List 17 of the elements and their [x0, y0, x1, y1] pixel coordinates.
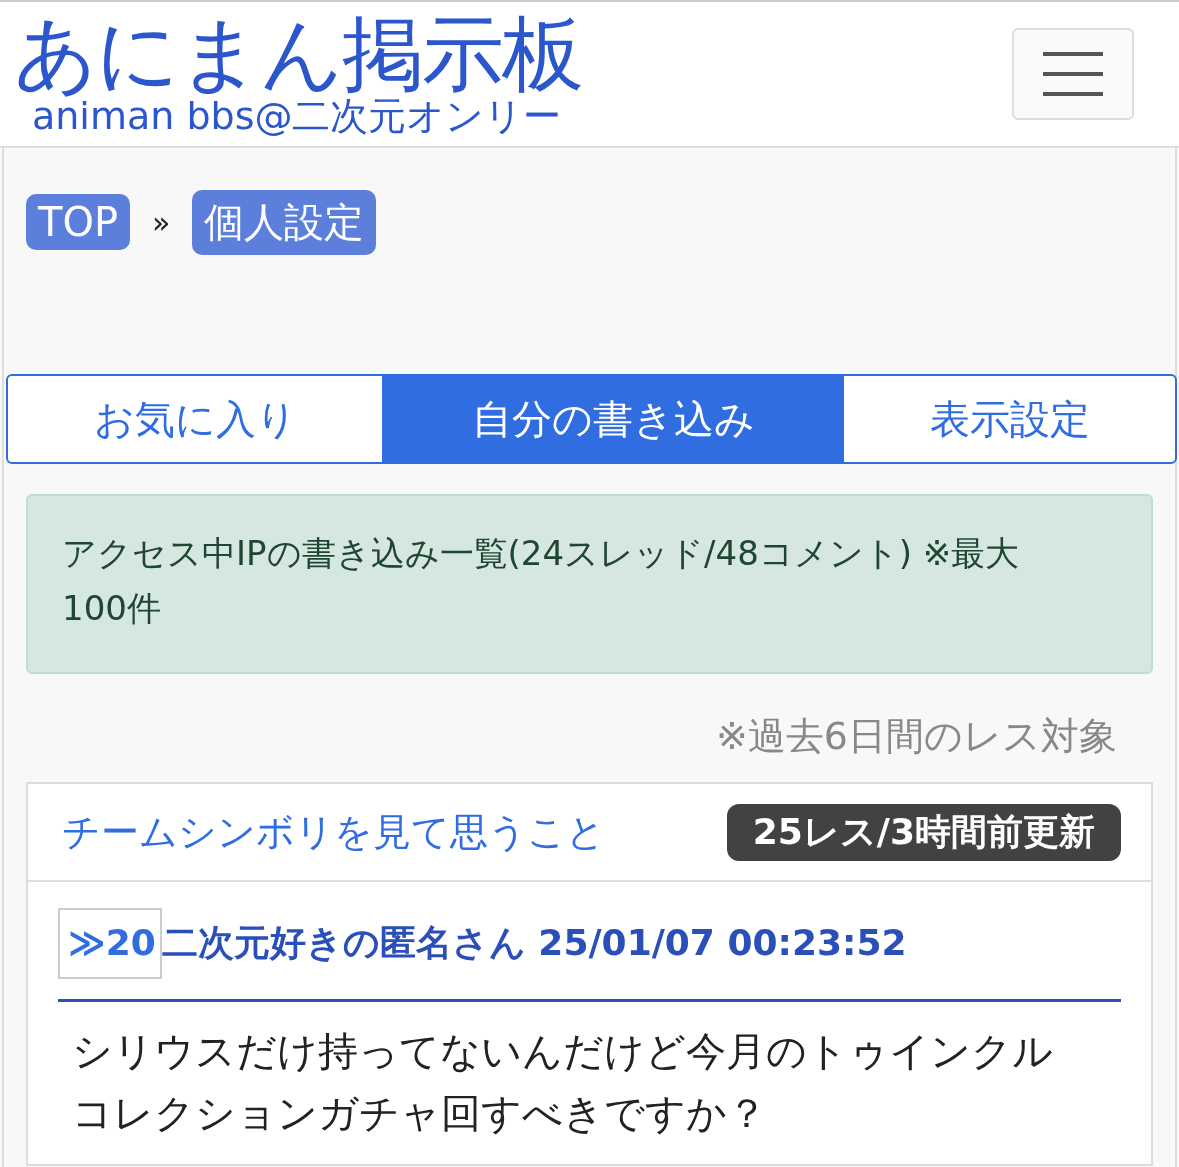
thread-title-link[interactable]: チームシンボリを見て思うこと [62, 806, 605, 858]
breadcrumb-link[interactable]: TOP [26, 194, 131, 250]
site-title[interactable]: あにまん掲示板 [14, 13, 582, 95]
tab[interactable]: 表示設定 [844, 376, 1175, 462]
reply-count-badge: 25レス/3時間前更新 [726, 803, 1121, 861]
breadcrumb-separator: » [152, 204, 171, 240]
menu-button[interactable] [1012, 28, 1134, 120]
post-body: シリウスだけ持ってないんだけど今月のトゥインクルコレクションガチャ回すべきですか？ [71, 1027, 1054, 1138]
menu-icon [1043, 52, 1103, 96]
info-message: アクセス中IPの書き込み一覧(24スレッド/48コメント) ※最大100件 [26, 494, 1153, 674]
site-subtitle: animan bbs@二次元オンリー [32, 97, 563, 135]
tab[interactable]: お気に入り [8, 376, 382, 462]
post-number-link[interactable]: ≫20 [58, 908, 162, 979]
tab[interactable]: 自分の書き込み [382, 376, 844, 462]
note-text: ※過去6日間のレス対象 [715, 713, 1117, 760]
post-author-date: 二次元好きの匿名さん 25/01/07 00:23:52 [161, 921, 907, 965]
breadcrumb-link[interactable]: 個人設定 [192, 189, 377, 255]
